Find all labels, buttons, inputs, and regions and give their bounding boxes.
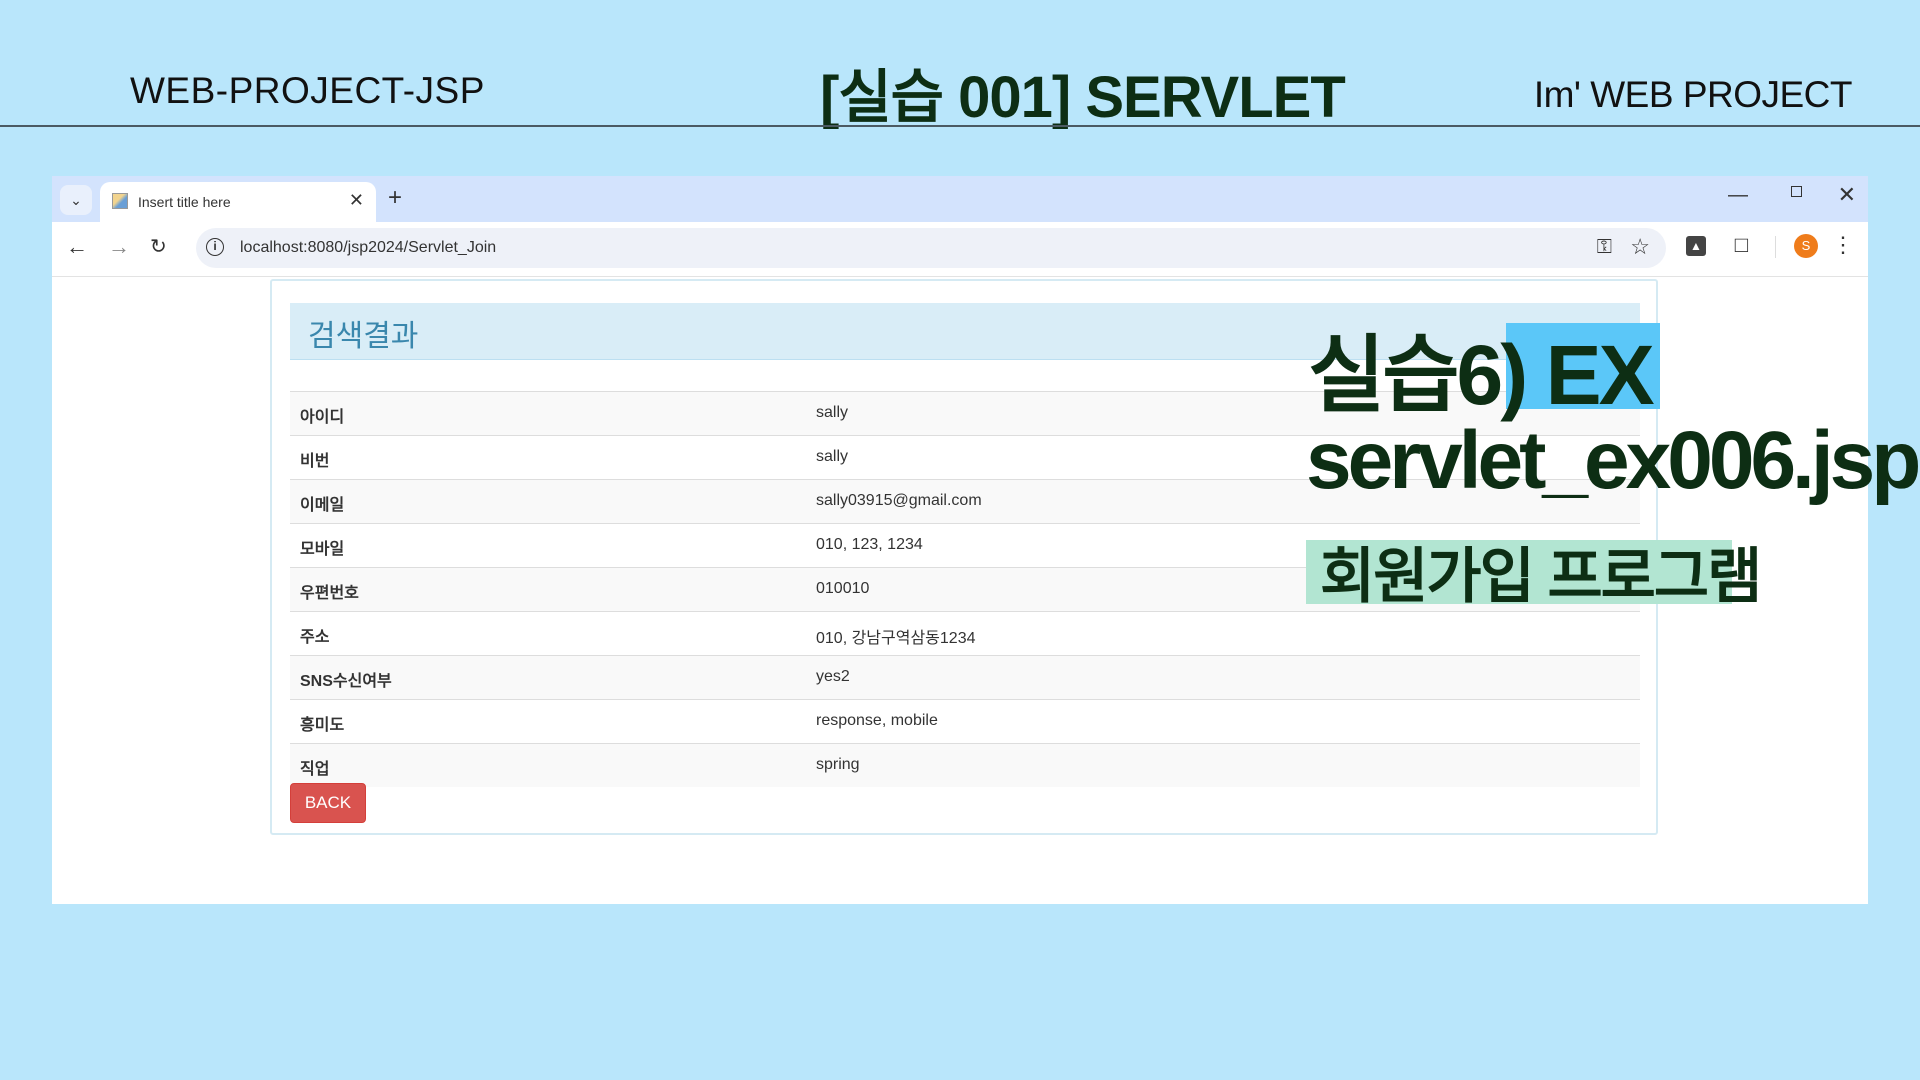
field-label: 우편번호 bbox=[300, 585, 359, 602]
address-bar[interactable]: i localhost:8080/jsp2024/Servlet_Join ⚿ … bbox=[196, 228, 1666, 268]
page-favicon-icon bbox=[112, 193, 128, 209]
profile-avatar[interactable]: S bbox=[1794, 234, 1818, 258]
field-label: 이메일 bbox=[300, 497, 345, 514]
field-value: sally bbox=[816, 404, 849, 421]
field-label: 직업 bbox=[300, 761, 330, 778]
field-label: 비번 bbox=[300, 453, 330, 470]
browser-toolbar: ← → ↻ i localhost:8080/jsp2024/Servlet_J… bbox=[52, 222, 1868, 277]
slide-brand-label: Im' WEB PROJECT bbox=[1533, 74, 1853, 115]
field-value: response, mobile bbox=[816, 712, 938, 729]
field-value: sally bbox=[816, 448, 849, 465]
url-text[interactable]: localhost:8080/jsp2024/Servlet_Join bbox=[240, 239, 496, 257]
field-label: 모바일 bbox=[300, 541, 345, 558]
field-label: 흥미도 bbox=[300, 717, 345, 734]
field-value: spring bbox=[816, 756, 860, 773]
extensions-puzzle-icon[interactable]: □ bbox=[1735, 232, 1748, 258]
close-tab-icon[interactable]: ✕ bbox=[349, 190, 364, 211]
reload-icon[interactable]: ↻ bbox=[150, 234, 167, 259]
active-tab[interactable]: Insert title here ✕ bbox=[100, 182, 376, 222]
back-arrow-icon[interactable]: ← bbox=[66, 234, 88, 260]
field-value: 010, 강남구역삼동1234 bbox=[816, 630, 976, 647]
panel-title: 검색결과 bbox=[308, 320, 419, 353]
site-info-icon[interactable]: i bbox=[206, 238, 224, 256]
extension-warning-icon[interactable]: ▲ bbox=[1686, 236, 1706, 256]
table-row: 주소 010, 강남구역삼동1234 bbox=[290, 611, 1640, 655]
tab-title: Insert title here bbox=[138, 194, 231, 210]
field-value: 010, 123, 1234 bbox=[816, 536, 923, 553]
field-value: 010010 bbox=[816, 580, 870, 597]
close-window-icon[interactable]: ✕ bbox=[1838, 182, 1856, 208]
exercise-description: 회원가입 프로그램 bbox=[1320, 543, 1762, 610]
restore-window-icon[interactable] bbox=[1791, 186, 1802, 197]
more-menu-icon[interactable]: ⋮ bbox=[1832, 232, 1854, 258]
back-button[interactable]: BACK bbox=[290, 783, 366, 823]
field-label: 주소 bbox=[300, 629, 330, 646]
slide-title: [실습 001] SERVLET bbox=[820, 65, 1346, 130]
exercise-label: 실습6) EX bbox=[1308, 328, 1655, 422]
field-value: yes2 bbox=[816, 668, 850, 685]
exercise-filename: servlet_ex006.jsp bbox=[1306, 415, 1920, 506]
field-label: SNS수신여부 bbox=[300, 673, 392, 690]
forward-arrow-icon[interactable]: → bbox=[108, 234, 130, 260]
new-tab-plus-icon[interactable]: + bbox=[388, 184, 402, 212]
toolbar-separator bbox=[1775, 236, 1776, 258]
table-row: 직업 spring bbox=[290, 743, 1640, 787]
chevron-down-icon: ⌄ bbox=[70, 192, 82, 208]
table-row: SNS수신여부 yes2 bbox=[290, 655, 1640, 699]
tab-strip: ⌄ Insert title here ✕ + — ✕ bbox=[52, 176, 1868, 222]
field-label: 아이디 bbox=[300, 409, 345, 426]
minimize-window-icon[interactable]: — bbox=[1728, 184, 1748, 207]
bookmark-star-icon[interactable]: ☆ bbox=[1630, 234, 1650, 260]
tab-search-button[interactable]: ⌄ bbox=[60, 185, 92, 215]
slide-subject-label: WEB-PROJECT-JSP bbox=[130, 70, 485, 111]
password-key-icon[interactable]: ⚿ bbox=[1597, 236, 1612, 259]
header-divider bbox=[0, 125, 1920, 127]
field-value: sally03915@gmail.com bbox=[816, 492, 982, 509]
table-row: 흥미도 response, mobile bbox=[290, 699, 1640, 743]
